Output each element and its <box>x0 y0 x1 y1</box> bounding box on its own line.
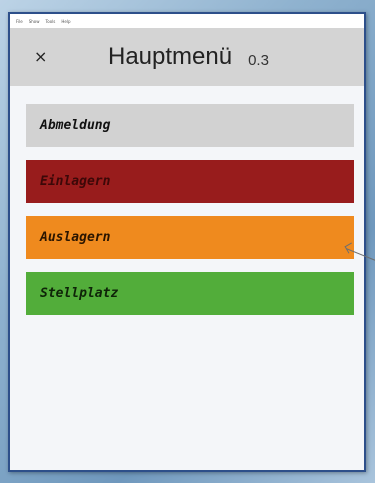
einlagern-button[interactable]: Einlagern <box>26 160 354 203</box>
close-icon[interactable]: × <box>34 49 54 65</box>
page-title: Hauptmenü <box>108 43 233 70</box>
abmeldung-button[interactable]: Abmeldung <box>26 104 354 147</box>
menu-show[interactable]: Show <box>29 19 40 24</box>
menu-bar: File Show Tools Help <box>10 14 364 28</box>
menu-file[interactable]: File <box>16 19 23 24</box>
auslagern-button[interactable]: Auslagern <box>26 216 354 259</box>
header-bar: × Hauptmenü 0.3 <box>10 28 364 86</box>
app-window: File Show Tools Help × Hauptmenü 0.3 Abm… <box>8 12 366 472</box>
menu-help[interactable]: Help <box>61 19 70 24</box>
menu-tools[interactable]: Tools <box>46 19 56 24</box>
menu-list: Abmeldung Einlagern Auslagern Stellplatz <box>10 86 364 315</box>
version-label: 0.3 <box>248 51 269 69</box>
stellplatz-button[interactable]: Stellplatz <box>26 272 354 315</box>
